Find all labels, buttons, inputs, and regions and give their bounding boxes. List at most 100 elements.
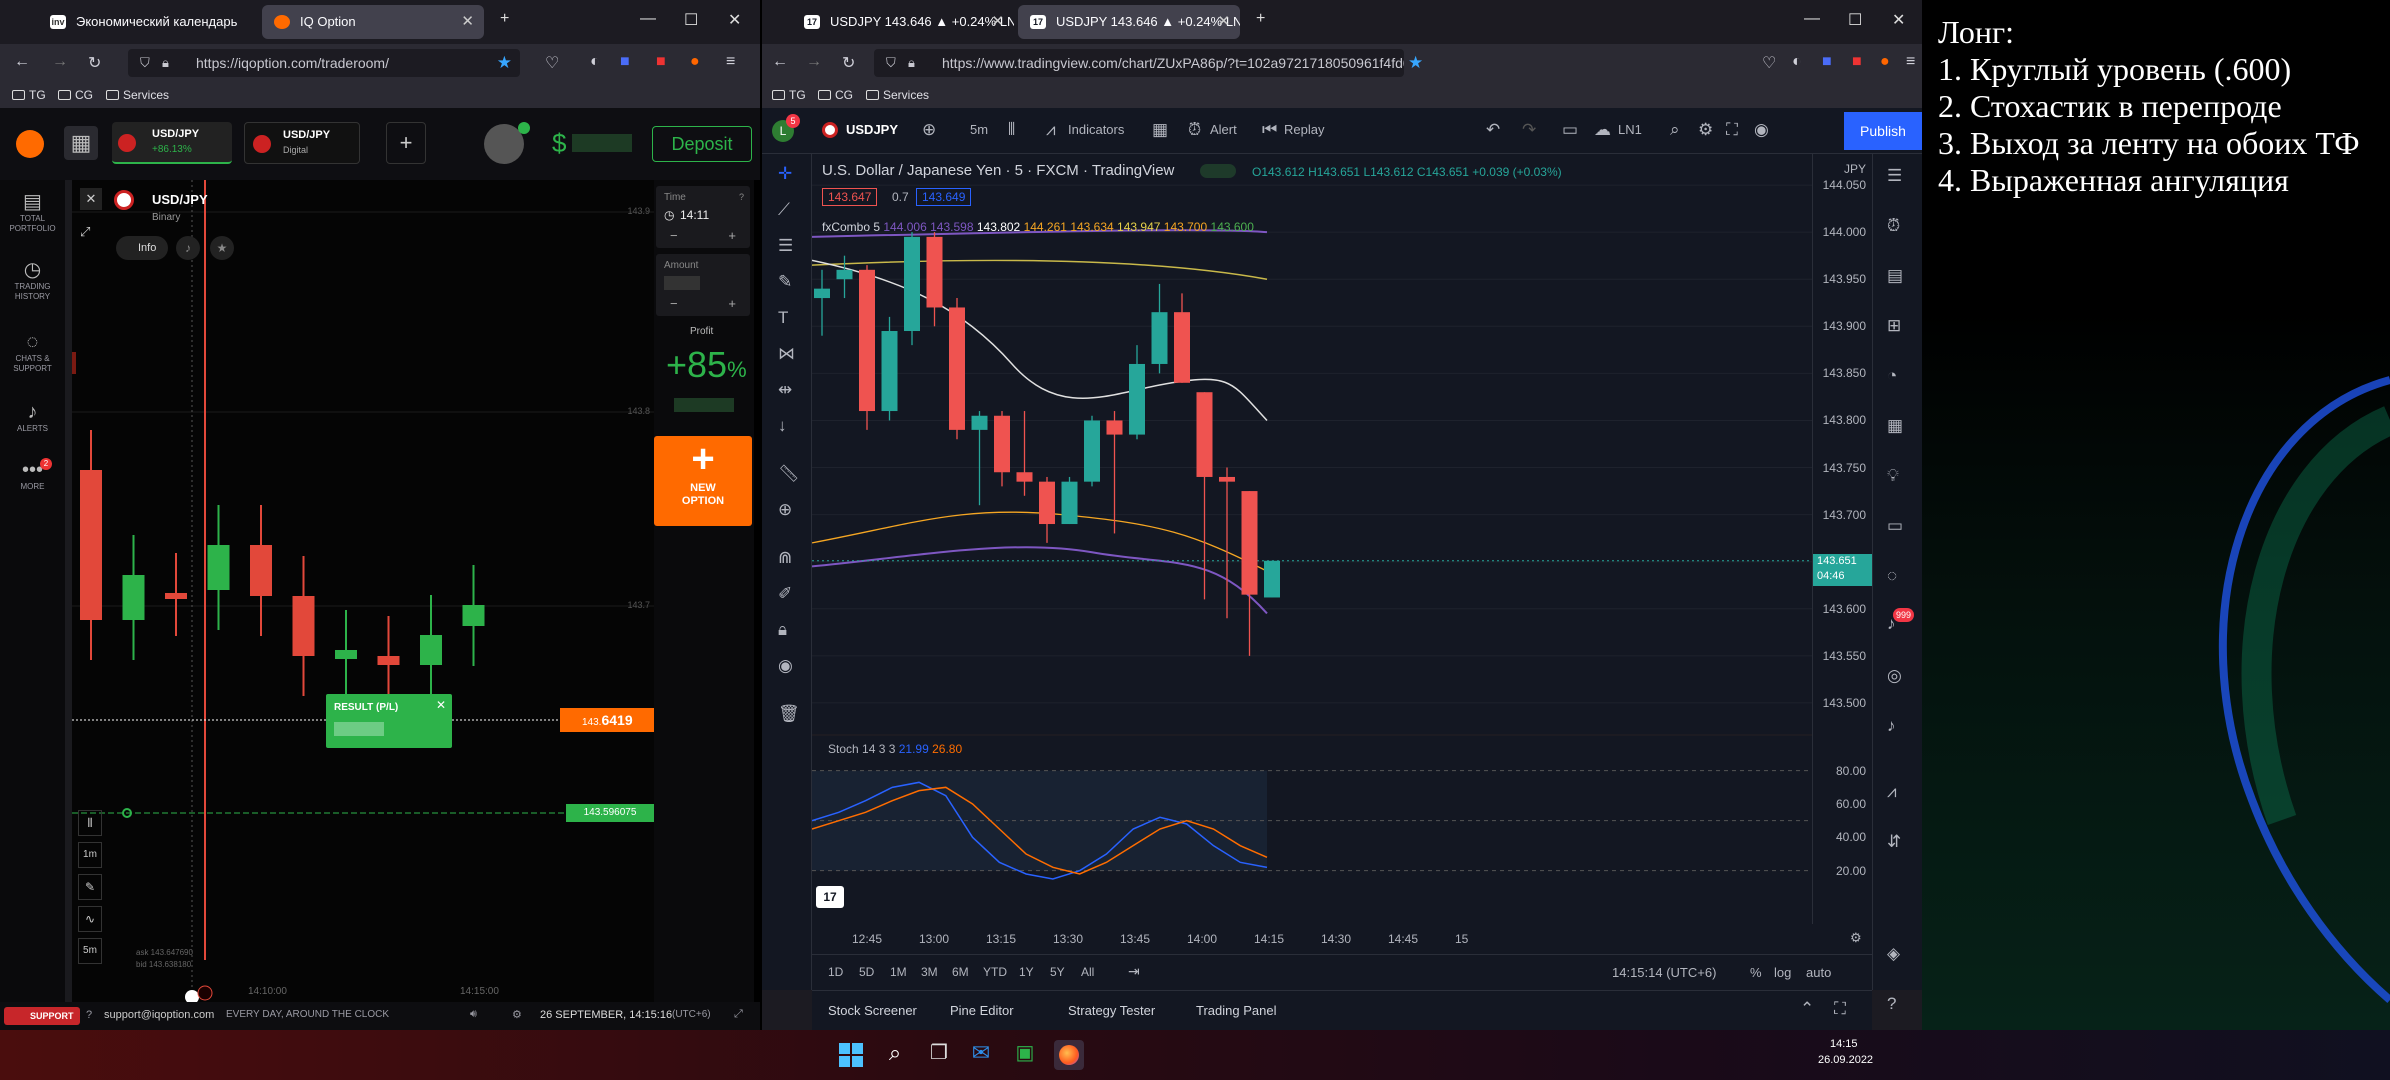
goto-date-icon[interactable]: ⇥ [1128,963,1140,980]
ruler-icon[interactable]: 📏︎ [778,464,800,484]
bookmark-star-icon[interactable]: ★ [1408,53,1423,73]
data-window-icon[interactable]: ▤ [1887,266,1903,286]
range-button[interactable]: 3M [921,965,938,979]
watchlist-icon[interactable]: ☰ [1887,166,1902,186]
increase-time-icon[interactable]: + [728,228,736,243]
calendar-timer-icon[interactable]: ◔ [1887,366,1897,386]
deposit-button[interactable]: Deposit [652,126,752,162]
trade-icon[interactable]: ⩘ [1887,782,1897,802]
sidebar-item-portfolio[interactable]: ▤ TOTAL PORTFOLIO [0,190,65,234]
firefox-icon[interactable] [1054,1040,1084,1070]
tv-candle-chart[interactable] [812,154,1812,734]
replay-button[interactable]: Replay [1284,122,1324,137]
url-bar[interactable]: ⛉ 🔒︎ https://iqoption.com/traderoom/ ★ [128,49,520,77]
dom-icon[interactable]: ⇵ [1887,832,1901,852]
layout-name[interactable]: LN1 [1618,122,1642,137]
decrease-amount-icon[interactable]: − [670,296,678,311]
expand-icon[interactable]: ⤢ [80,224,90,240]
tab-trading-panel[interactable]: Trading Panel [1196,1003,1276,1018]
auto-scale-button[interactable]: auto [1806,965,1831,980]
iq-logo-icon[interactable] [16,130,44,158]
extension-icon[interactable]: ◐ [1792,53,1802,71]
new-option-button[interactable]: + NEW OPTION [654,436,752,526]
fullscreen-icon[interactable]: ⤢ [734,1008,743,1021]
extension-icon[interactable]: ■ [656,53,666,71]
arrow-down-icon[interactable]: ↓ [778,416,787,436]
lock-icon[interactable]: 🔒︎ [778,620,787,640]
publish-button[interactable]: Publish [1844,112,1922,150]
zoom-icon[interactable]: ⊕ [778,500,792,520]
add-asset-button[interactable]: + [386,122,426,164]
support-button[interactable]: SUPPORT [4,1007,80,1025]
alert-icon[interactable]: ⏰︎ [1188,120,1201,140]
timeframe-button[interactable]: 5m [78,938,102,964]
sidebar-item-chats[interactable]: ◌ CHATS & SUPPORT [0,330,65,374]
back-icon[interactable]: ← [14,53,30,71]
crosshair-icon[interactable]: ✛ [778,164,792,184]
reload-icon[interactable]: ↻ [842,53,855,73]
bookmark-star-icon[interactable]: ★ [497,49,512,77]
alerts-clock-icon[interactable]: ⏰︎ [1887,216,1900,236]
text-icon[interactable]: T [778,308,788,328]
collapse-icon[interactable]: ⌃ [1800,999,1814,1019]
pencil-icon[interactable]: ✎ [78,874,102,900]
search-icon[interactable]: ⌕ [1670,120,1680,140]
help-icon[interactable]: ? [1887,994,1896,1014]
new-tab-icon[interactable]: + [500,10,509,28]
iq-candle-chart[interactable] [72,180,654,1005]
chats-icon[interactable]: ◌ [1887,566,1897,586]
minimize-icon[interactable]: — [640,10,656,28]
back-icon[interactable]: ← [772,53,788,71]
magnet-icon[interactable]: ⋒ [778,548,792,568]
new-tab-icon[interactable]: + [1256,10,1265,28]
time-field[interactable]: Time ? ◷ 14:11 − + [656,186,750,248]
hotlist-icon[interactable]: ⊞ [1887,316,1901,336]
pattern-icon[interactable]: ⋈ [778,344,795,364]
fib-icon[interactable]: ☰ [778,236,793,256]
range-button[interactable]: All [1081,965,1094,979]
indicators-button[interactable]: Indicators [1068,122,1124,137]
range-button[interactable]: 5Y [1050,965,1065,979]
tab-stock-screener[interactable]: Stock Screener [828,1003,917,1018]
grid-icon[interactable]: ▦ [64,126,98,160]
compare-icon[interactable]: ⊕ [922,120,936,140]
menu-icon[interactable]: ≡ [1906,53,1915,71]
range-button[interactable]: YTD [983,965,1007,979]
settings-icon[interactable]: ⚙ [512,1008,522,1021]
menu-icon[interactable]: ≡ [726,53,735,71]
tv-main-chart[interactable]: U.S. Dollar / Japanese Yen · 5 · FXCM · … [812,154,1812,734]
currency-label[interactable]: JPY [1844,162,1866,176]
streams-icon[interactable]: ▭ [1887,516,1903,536]
maximize-icon[interactable]: ☐ [1848,10,1862,30]
reload-icon[interactable]: ↻ [88,53,101,73]
tab-economic-calendar[interactable]: inv Экономический календарь — [38,5,238,39]
decrease-time-icon[interactable]: − [670,228,678,243]
star-icon[interactable]: ★ [210,236,234,260]
trendline-icon[interactable]: ⟋ [778,200,790,220]
range-button[interactable]: 5D [859,965,874,979]
templates-icon[interactable]: ▦ [1152,120,1168,140]
indicator-icon[interactable]: ∿ [78,906,102,932]
app-icon[interactable]: ▣ [1010,1040,1040,1070]
increase-amount-icon[interactable]: + [728,296,736,311]
bell-icon[interactable]: ♪ [176,236,200,260]
sound-icon[interactable]: 🔊︎ [470,1008,477,1021]
undo-icon[interactable]: ↶ [1486,120,1500,140]
chart-clock[interactable]: 14:15:14 (UTC+6) [1612,965,1716,980]
range-button[interactable]: 1D [828,965,843,979]
close-window-icon[interactable]: ✕ [728,10,741,30]
asset-tab-usdjpy-digital[interactable]: USD/JPY Digital [244,122,360,164]
close-result-icon[interactable]: ✕ [436,698,446,712]
percent-scale-button[interactable]: % [1750,965,1762,980]
eye-icon[interactable]: ◉ [778,656,793,676]
pocket-icon[interactable]: ♡ [545,53,559,73]
candle-type-icon[interactable]: ⫴ [78,810,102,836]
bell-icon[interactable]: ♪ [1887,716,1896,736]
bookmark-services[interactable]: Services [866,88,929,102]
close-window-icon[interactable]: ✕ [1892,10,1905,30]
info-button[interactable]: Info [116,236,168,260]
log-scale-button[interactable]: log [1774,965,1791,980]
symbol-search[interactable]: USDJPY [846,122,898,137]
forward-icon[interactable]: → [806,53,822,71]
prediction-icon[interactable]: ⇹ [778,380,792,400]
